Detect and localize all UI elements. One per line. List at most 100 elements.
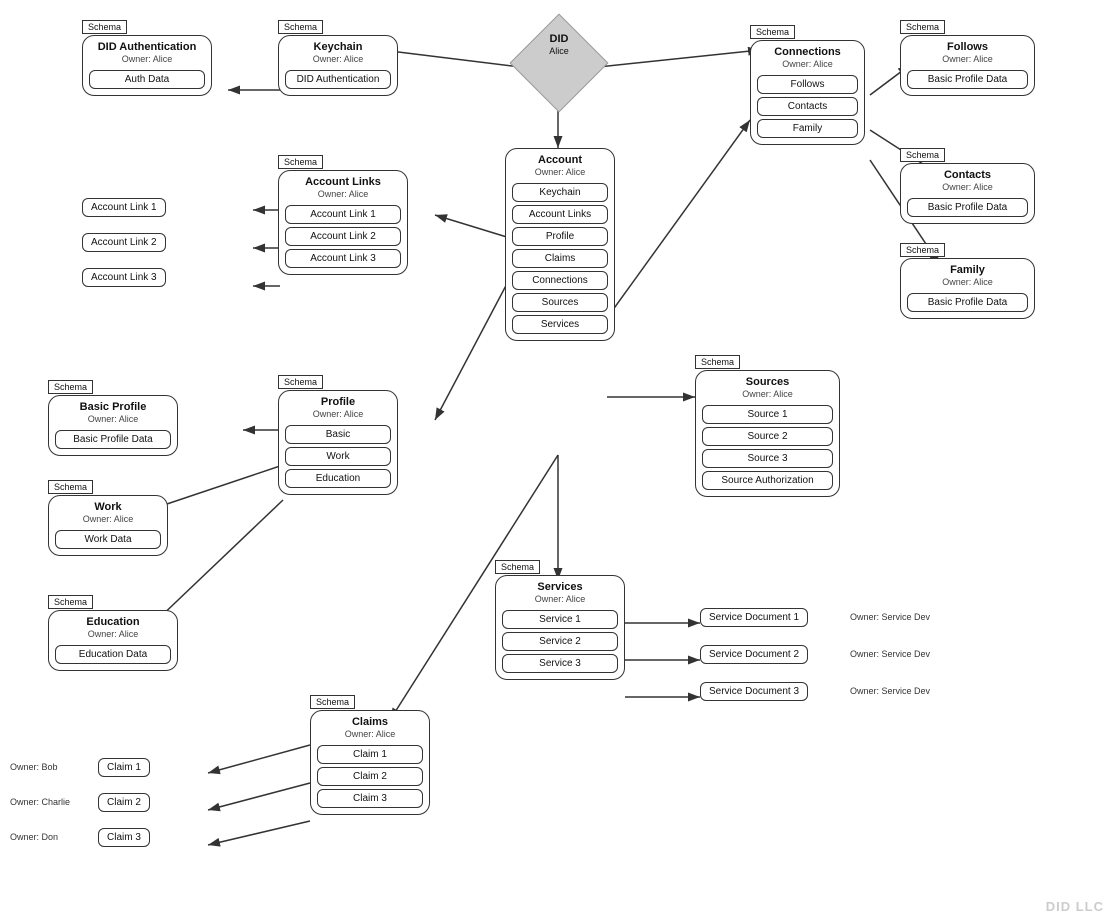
follows-title: Follows <box>901 36 1034 54</box>
work-title: Work <box>49 496 167 514</box>
profile-item-basic: Basic <box>285 425 391 444</box>
sources-title: Sources <box>696 371 839 389</box>
services-title: Services <box>496 576 624 594</box>
did-auth-item-auth-data: Auth Data <box>89 70 205 89</box>
schema-work: Schema <box>48 480 93 494</box>
schema-family: Schema <box>900 243 945 257</box>
contacts-group: Contacts Owner: Alice Basic Profile Data <box>900 163 1035 224</box>
profile-title: Profile <box>279 391 397 409</box>
claims-item-3: Claim 3 <box>317 789 423 808</box>
connections-item-family: Family <box>757 119 858 138</box>
schema-claims: Schema <box>310 695 355 709</box>
education-data: Education Data <box>55 645 171 664</box>
did-label: DID Alice <box>524 33 594 57</box>
work-data: Work Data <box>55 530 161 549</box>
sources-item-3: Source 3 <box>702 449 833 468</box>
education-title: Education <box>49 611 177 629</box>
schema-sources: Schema <box>695 355 740 369</box>
schema-education: Schema <box>48 595 93 609</box>
keychain-item-did-auth: DID Authentication <box>285 70 391 89</box>
account-owner: Owner: Alice <box>506 167 614 180</box>
standalone-claim-3: Claim 3 <box>98 828 150 847</box>
sources-item-auth: Source Authorization <box>702 471 833 490</box>
diagram-container: DID Alice Account Owner: Alice Keychain … <box>0 0 1116 922</box>
connections-owner: Owner: Alice <box>751 59 864 72</box>
work-owner: Owner: Alice <box>49 514 167 527</box>
profile-item-work: Work <box>285 447 391 466</box>
did-auth-owner: Owner: Alice <box>83 54 211 67</box>
account-item-claims: Claims <box>512 249 608 268</box>
follows-data: Basic Profile Data <box>907 70 1028 89</box>
account-group: Account Owner: Alice Keychain Account Li… <box>505 148 615 341</box>
claims-item-1: Claim 1 <box>317 745 423 764</box>
service-doc-1: Service Document 1 <box>700 608 808 627</box>
profile-group: Profile Owner: Alice Basic Work Educatio… <box>278 390 398 495</box>
family-group: Family Owner: Alice Basic Profile Data <box>900 258 1035 319</box>
schema-basic-profile: Schema <box>48 380 93 394</box>
account-links-item-1: Account Link 1 <box>285 205 401 224</box>
profile-item-education: Education <box>285 469 391 488</box>
standalone-account-link-2: Account Link 2 <box>82 233 166 252</box>
schema-follows: Schema <box>900 20 945 34</box>
sources-item-1: Source 1 <box>702 405 833 424</box>
profile-owner: Owner: Alice <box>279 409 397 422</box>
sources-owner: Owner: Alice <box>696 389 839 402</box>
connections-item-follows: Follows <box>757 75 858 94</box>
standalone-claim-2: Claim 2 <box>98 793 150 812</box>
claim-1-owner: Owner: Bob <box>10 762 58 772</box>
account-item-keychain: Keychain <box>512 183 608 202</box>
service-doc-3: Service Document 3 <box>700 682 808 701</box>
connections-group: Connections Owner: Alice Follows Contact… <box>750 40 865 145</box>
sources-group: Sources Owner: Alice Source 1 Source 2 S… <box>695 370 840 497</box>
service-doc-3-owner: Owner: Service Dev <box>850 686 930 696</box>
claims-group: Claims Owner: Alice Claim 1 Claim 2 Clai… <box>310 710 430 815</box>
contacts-data: Basic Profile Data <box>907 198 1028 217</box>
education-owner: Owner: Alice <box>49 629 177 642</box>
did-diamond <box>510 14 609 113</box>
services-item-1: Service 1 <box>502 610 618 629</box>
service-doc-1-owner: Owner: Service Dev <box>850 612 930 622</box>
services-owner: Owner: Alice <box>496 594 624 607</box>
schema-account-links: Schema <box>278 155 323 169</box>
standalone-claim-1: Claim 1 <box>98 758 150 777</box>
connections-title: Connections <box>751 41 864 59</box>
work-group: Work Owner: Alice Work Data <box>48 495 168 556</box>
standalone-account-link-3: Account Link 3 <box>82 268 166 287</box>
schema-keychain: Schema <box>278 20 323 34</box>
account-item-profile: Profile <box>512 227 608 246</box>
account-links-item-2: Account Link 2 <box>285 227 401 246</box>
keychain-owner: Owner: Alice <box>279 54 397 67</box>
basic-profile-owner: Owner: Alice <box>49 414 177 427</box>
contacts-owner: Owner: Alice <box>901 182 1034 195</box>
family-data: Basic Profile Data <box>907 293 1028 312</box>
account-item-account-links: Account Links <box>512 205 608 224</box>
service-doc-2-owner: Owner: Service Dev <box>850 649 930 659</box>
standalone-account-link-1: Account Link 1 <box>82 198 166 217</box>
follows-group: Follows Owner: Alice Basic Profile Data <box>900 35 1035 96</box>
schema-profile: Schema <box>278 375 323 389</box>
claim-2-owner: Owner: Charlie <box>10 797 70 807</box>
did-auth-group: DID Authentication Owner: Alice Auth Dat… <box>82 35 212 96</box>
education-group: Education Owner: Alice Education Data <box>48 610 178 671</box>
claims-owner: Owner: Alice <box>311 729 429 742</box>
schema-did-auth: Schema <box>82 20 127 34</box>
services-item-2: Service 2 <box>502 632 618 651</box>
claim-3-owner: Owner: Don <box>10 832 58 842</box>
account-title: Account <box>506 149 614 167</box>
services-group: Services Owner: Alice Service 1 Service … <box>495 575 625 680</box>
arrows-svg <box>0 0 1116 922</box>
keychain-title: Keychain <box>279 36 397 54</box>
sources-item-2: Source 2 <box>702 427 833 446</box>
schema-services: Schema <box>495 560 540 574</box>
account-links-item-3: Account Link 3 <box>285 249 401 268</box>
services-item-3: Service 3 <box>502 654 618 673</box>
basic-profile-title: Basic Profile <box>49 396 177 414</box>
account-item-sources: Sources <box>512 293 608 312</box>
keychain-group: Keychain Owner: Alice DID Authentication <box>278 35 398 96</box>
watermark: DID LLC <box>1046 899 1104 914</box>
account-links-group: Account Links Owner: Alice Account Link … <box>278 170 408 275</box>
connections-item-contacts: Contacts <box>757 97 858 116</box>
service-doc-2: Service Document 2 <box>700 645 808 664</box>
basic-profile-data: Basic Profile Data <box>55 430 171 449</box>
account-links-owner: Owner: Alice <box>279 189 407 202</box>
